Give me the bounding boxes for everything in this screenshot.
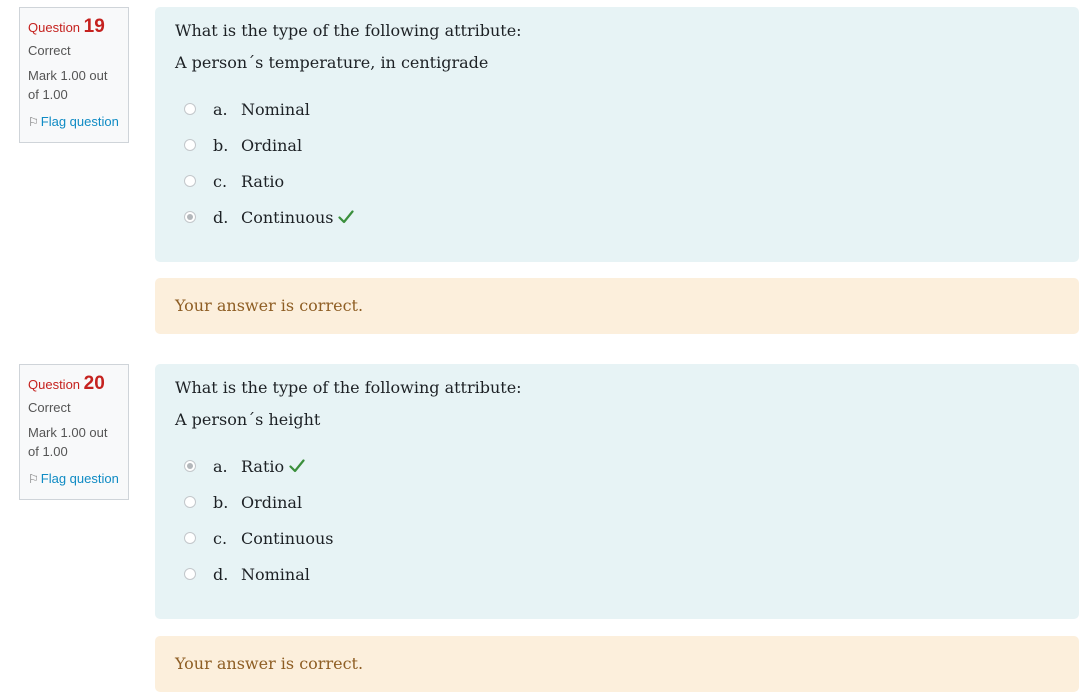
option-letter: a. (213, 456, 228, 476)
check-icon (338, 210, 355, 224)
question-formulation: What is the type of the following attrib… (155, 364, 1079, 619)
answer-options: a. Nominal b. Ordinal c. Ratio d. Contin… (175, 91, 1059, 235)
answer-option-a[interactable]: a. Nominal (175, 91, 1059, 127)
answer-option-d[interactable]: d. Nominal (175, 556, 1059, 592)
answer-option-b[interactable]: b. Ordinal (175, 484, 1059, 520)
radio-button[interactable] (184, 139, 196, 151)
option-text: Ordinal (241, 135, 303, 155)
question-info: Question 19 Correct Mark 1.00 out of 1.0… (19, 7, 129, 143)
option-letter: d. (213, 207, 229, 227)
option-text: Nominal (241, 99, 310, 119)
feedback-box: Your answer is correct. (155, 278, 1079, 334)
radio-button[interactable] (184, 568, 196, 580)
radio-button[interactable] (184, 175, 196, 187)
option-letter: b. (213, 492, 229, 512)
question-subject: A person´s height (175, 410, 321, 429)
option-text: Continuous (241, 207, 334, 227)
radio-button-selected[interactable] (184, 460, 196, 472)
flag-icon: ⚐ (28, 115, 39, 129)
option-letter: a. (213, 99, 228, 119)
option-text: Continuous (241, 528, 334, 548)
answer-options: a. Ratio b. Ordinal c. Continuous d. Nom… (175, 448, 1059, 592)
flag-icon: ⚐ (28, 472, 39, 486)
option-text: Ordinal (241, 492, 303, 512)
flag-question-link[interactable]: ⚐ Flag question (28, 112, 120, 132)
radio-button[interactable] (184, 103, 196, 115)
question-mark: Mark 1.00 out of 1.00 (28, 68, 108, 102)
radio-button[interactable] (184, 496, 196, 508)
question-mark: Mark 1.00 out of 1.00 (28, 425, 108, 459)
answer-option-d[interactable]: d. Continuous (175, 199, 1059, 235)
question-subject: A person´s temperature, in centigrade (175, 53, 489, 72)
question-number: Question 19 (28, 16, 105, 37)
question-state: Correct (28, 43, 71, 58)
answer-option-a[interactable]: a. Ratio (175, 448, 1059, 484)
answer-option-c[interactable]: c. Ratio (175, 163, 1059, 199)
answer-option-c[interactable]: c. Continuous (175, 520, 1059, 556)
check-icon (289, 459, 305, 473)
flag-question-link[interactable]: ⚐ Flag question (28, 469, 120, 489)
feedback-box: Your answer is correct. (155, 636, 1079, 692)
option-text: Nominal (241, 564, 310, 584)
answer-option-b[interactable]: b. Ordinal (175, 127, 1059, 163)
radio-button-selected[interactable] (184, 211, 196, 223)
question-state: Correct (28, 400, 71, 415)
question-number: Question 20 (28, 373, 105, 394)
option-letter: c. (213, 528, 228, 548)
question-prompt: What is the type of the following attrib… (175, 378, 522, 397)
question-prompt: What is the type of the following attrib… (175, 21, 522, 40)
question-formulation: What is the type of the following attrib… (155, 7, 1079, 262)
option-letter: c. (213, 171, 228, 191)
radio-button[interactable] (184, 532, 196, 544)
option-text: Ratio (241, 171, 285, 191)
question-info: Question 20 Correct Mark 1.00 out of 1.0… (19, 364, 129, 500)
option-text: Ratio (241, 456, 285, 476)
option-letter: d. (213, 564, 229, 584)
option-letter: b. (213, 135, 229, 155)
